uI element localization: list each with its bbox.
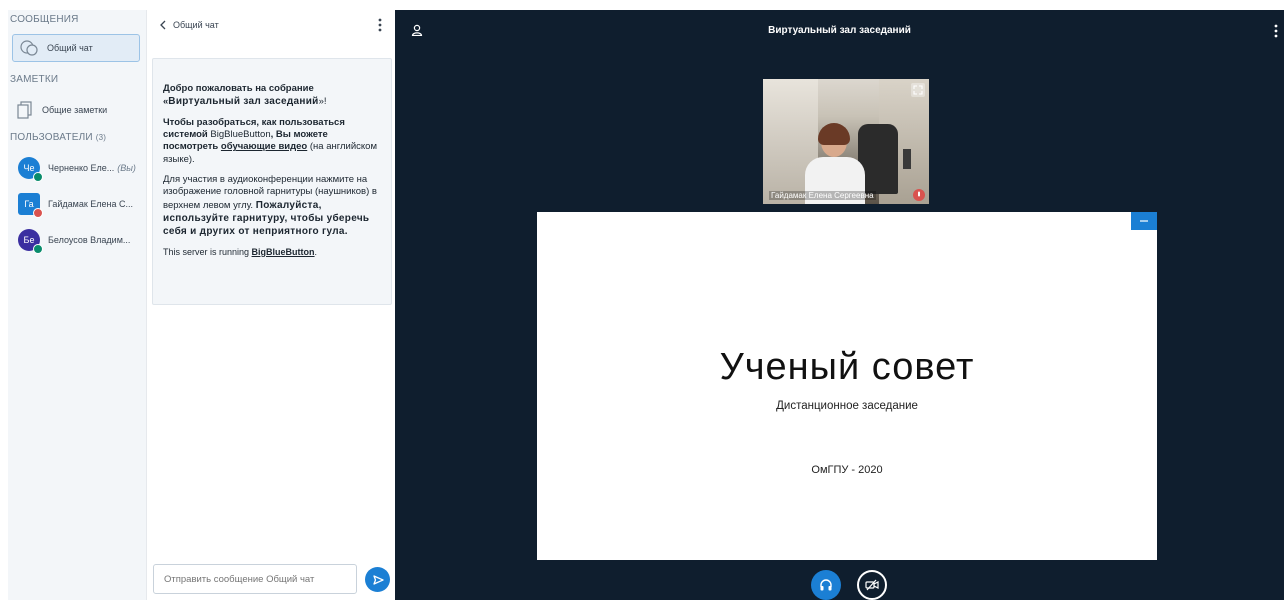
kebab-menu-icon[interactable] bbox=[378, 18, 382, 32]
user-row[interactable]: Че Черненко Еле... (Вы) bbox=[8, 150, 146, 186]
user-name: Черненко Еле... bbox=[48, 163, 115, 173]
avatar-initials: Га bbox=[24, 199, 34, 209]
fullscreen-icon[interactable] bbox=[1139, 544, 1155, 560]
avatar: Га bbox=[18, 193, 43, 218]
chevron-left-icon[interactable] bbox=[159, 20, 167, 30]
users-title-text: ПОЛЬЗОВАТЕЛИ bbox=[10, 132, 93, 143]
user-row[interactable]: Га Гайдамак Елена С... bbox=[8, 186, 146, 222]
webcam-lamp bbox=[903, 149, 911, 169]
users-section-title: ПОЛЬЗОВАТЕЛИ (3) bbox=[8, 132, 146, 150]
you-badge: (Вы) bbox=[117, 163, 136, 173]
minimize-icon bbox=[1140, 220, 1148, 222]
chat-header[interactable]: Общий чат bbox=[147, 10, 394, 40]
public-chat-label: Общий чат bbox=[47, 43, 93, 53]
audio-status-icon bbox=[33, 244, 43, 254]
avatar-initials: Че bbox=[23, 163, 35, 173]
chat-message-input[interactable] bbox=[153, 564, 357, 594]
notes-section-title: ЗАМЕТКИ bbox=[10, 74, 59, 85]
shared-notes-nav-item[interactable]: Общие заметки bbox=[8, 96, 146, 124]
welcome-text: »! bbox=[318, 96, 327, 108]
avatar: Бе bbox=[18, 229, 43, 254]
muted-mic-icon bbox=[913, 189, 925, 201]
tutorial-text: BigBlueButton bbox=[210, 129, 271, 141]
muted-status-icon bbox=[33, 208, 43, 218]
user-list-panel: СООБЩЕНИЯ Общий чат ЗАМЕТКИ Общие заметк… bbox=[8, 10, 146, 600]
welcome-message: Добро пожаловать на собрание «Виртуальны… bbox=[152, 58, 392, 305]
kebab-menu-icon[interactable] bbox=[1274, 24, 1278, 38]
webcam-person bbox=[818, 123, 850, 145]
join-audio-button[interactable] bbox=[811, 570, 841, 600]
server-text: This server is running bbox=[163, 246, 252, 257]
document-icon bbox=[17, 101, 32, 119]
send-icon bbox=[372, 574, 384, 585]
server-paragraph: This server is running BigBlueButton. bbox=[163, 247, 381, 259]
chat-title: Общий чат bbox=[173, 20, 219, 30]
chat-panel: Общий чат Добро пожаловать на собрание «… bbox=[146, 10, 394, 600]
slide-organization: ОмГПУ - 2020 bbox=[811, 464, 883, 476]
share-webcam-button[interactable] bbox=[857, 570, 887, 600]
app-window: СООБЩЕНИЯ Общий чат ЗАМЕТКИ Общие заметк… bbox=[0, 0, 1284, 600]
shared-notes-label: Общие заметки bbox=[42, 105, 108, 115]
send-button[interactable] bbox=[365, 567, 390, 592]
user-name: Гайдамак Елена С... bbox=[48, 199, 134, 209]
slide-title: Ученый совет bbox=[719, 346, 975, 388]
messages-section-title: СООБЩЕНИЯ bbox=[10, 14, 79, 25]
avatar-initials: Бе bbox=[23, 235, 35, 245]
user-name: Белоусов Владим... bbox=[48, 235, 131, 245]
meeting-name: Виртуальный зал заседаний bbox=[168, 96, 319, 108]
tutorial-video-link[interactable]: обучающие видео bbox=[221, 141, 307, 152]
server-text: . bbox=[314, 246, 318, 257]
users-count: (3) bbox=[95, 133, 107, 142]
fullscreen-icon[interactable] bbox=[911, 83, 925, 97]
main-area: Виртуальный зал заседаний Гайдамак Елена… bbox=[395, 10, 1284, 600]
headphones-icon bbox=[820, 579, 832, 591]
chat-bubble-icon bbox=[20, 40, 38, 56]
bigbluebutton-link[interactable]: BigBlueButton bbox=[252, 247, 315, 257]
avatar: Че bbox=[18, 157, 43, 182]
audio-paragraph: Для участия в аудиоконференции нажмите н… bbox=[163, 174, 381, 239]
video-off-icon bbox=[865, 579, 879, 591]
user-row[interactable]: Бе Белоусов Владим... bbox=[8, 222, 146, 258]
meeting-title: Виртуальный зал заседаний bbox=[768, 25, 911, 36]
public-chat-nav-item[interactable]: Общий чат bbox=[12, 34, 140, 62]
slide-subtitle: Дистанционное заседание bbox=[776, 400, 918, 412]
webcam-video[interactable]: Гайдамак Елена Сергеевна bbox=[763, 79, 929, 204]
welcome-paragraph: Добро пожаловать на собрание «Виртуальны… bbox=[163, 83, 381, 109]
audio-status-icon bbox=[33, 172, 43, 182]
minimize-presentation-button[interactable] bbox=[1131, 212, 1157, 230]
presentation-slide[interactable]: Ученый совет Дистанционное заседание ОмГ… bbox=[537, 212, 1157, 560]
tutorial-paragraph: Чтобы разобраться, как пользоваться сист… bbox=[163, 117, 381, 166]
webcam-user-name: Гайдамак Елена Сергеевна bbox=[769, 191, 876, 200]
